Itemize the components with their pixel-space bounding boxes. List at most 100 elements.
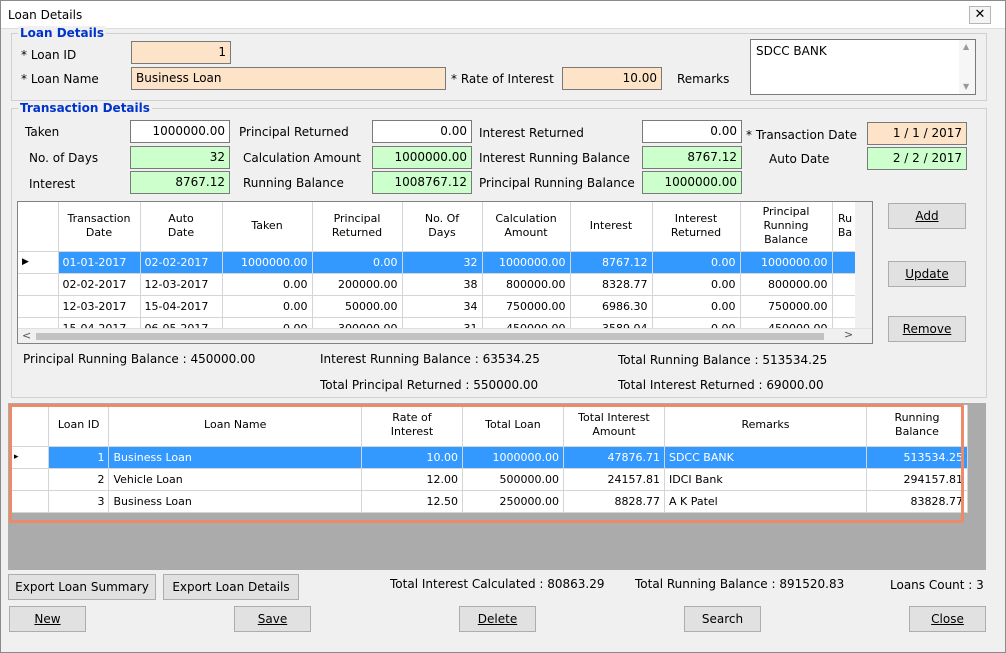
transaction-grid-cell[interactable]: 34 [402,295,483,318]
transaction-grid-cell[interactable]: 01-01-2017 [58,251,141,274]
transaction-grid-row[interactable]: ▶ 01-01-2017 02-02-2017 1000000.00 0.00 32 100… [18,251,859,274]
transaction-grid-cell[interactable]: 1000000.00 [222,251,313,274]
principal-returned-field[interactable]: 0.00 [372,120,472,143]
transaction-grid-row[interactable]: 12-03-2017 15-04-2017 0.00 50000.00 34 750000… [18,295,859,318]
transaction-grid-column-header[interactable]: Auto Date [140,202,223,252]
new-button-label: New [34,612,61,626]
update-button-label: Update [905,267,949,281]
close-button-label: Close [931,612,964,626]
remove-button-label: Remove [902,322,952,336]
add-button-label: Add [915,209,939,223]
transaction-grid-column-header[interactable]: Principal Running Balance [740,202,833,252]
transaction-grid-cell[interactable]: 200000.00 [312,273,403,296]
auto-date-picker[interactable]: 2 / 2 / 2017 [867,147,967,170]
transaction-grid-cell[interactable]: 800000.00 [740,273,833,296]
transaction-grid-cell[interactable]: 1000000.00 [740,251,833,274]
running-balance-field[interactable]: 1008767.12 [372,171,472,194]
transaction-grid-cell[interactable]: 12-03-2017 [58,295,141,318]
loan-id-field[interactable]: 1 [131,41,231,64]
title-bar: Loan Details ✕ [1,1,1005,29]
transaction-grid-column-header[interactable]: No. Of Days [402,202,483,252]
close-window-button[interactable]: ✕ [969,6,991,24]
transaction-grid-cell[interactable]: 800000.00 [482,273,571,296]
transaction-grid-cell[interactable]: 0.00 [652,273,741,296]
transaction-grid-cell[interactable]: 750000.00 [740,295,833,318]
window-title: Loan Details [8,8,83,22]
principal-running-balance-field[interactable]: 1000000.00 [642,171,742,194]
interest-running-balance-label: Interest Running Balance [479,151,630,165]
days-label: No. of Days [29,151,99,165]
principal-running-summary: Principal Running Balance : 450000.00 [23,352,256,366]
transaction-grid-vscroll[interactable] [855,202,872,328]
transaction-grid-cell[interactable]: 750000.00 [482,295,571,318]
export-loan-summary-button[interactable]: Export Loan Summary [8,574,156,600]
calculation-amount-field[interactable]: 1000000.00 [372,146,472,169]
export-loan-details-button[interactable]: Export Loan Details [163,574,299,600]
loan-name-field[interactable]: Business Loan [131,67,446,90]
new-button[interactable]: New [9,606,86,632]
remarks-textarea[interactable]: SDCC BANK ▲ ▼ [750,39,976,95]
interest-running-summary: Interest Running Balance : 63534.25 [320,352,540,366]
total-running-summary: Total Running Balance : 513534.25 [618,353,828,367]
principal-returned-label: Principal Returned [239,125,349,139]
total-running-balance: Total Running Balance : 891520.83 [635,577,845,591]
transaction-grid-cell[interactable]: 0.00 [312,251,403,274]
interest-returned-label: Interest Returned [479,126,584,140]
transaction-grid-row-header[interactable] [18,295,59,318]
transaction-grid-cell[interactable]: 8328.77 [570,273,653,296]
add-button[interactable]: Add [888,203,966,229]
remarks-text: SDCC BANK [756,44,827,58]
transaction-grid-cell[interactable]: 50000.00 [312,295,403,318]
transaction-date-label: * Transaction Date [746,128,857,142]
scroll-up-icon: ▲ [963,42,970,51]
transaction-grid-cell[interactable]: 0.00 [222,273,313,296]
transaction-grid-column-header[interactable]: Interest Returned [652,202,741,252]
transaction-grid-cell[interactable]: 1000000.00 [482,251,571,274]
days-field[interactable]: 32 [130,146,230,169]
transaction-grid-cell[interactable]: 38 [402,273,483,296]
transaction-grid-cell[interactable]: 0.00 [652,251,741,274]
transaction-grid-cell[interactable]: 02-02-2017 [140,251,223,274]
interest-label: Interest [29,177,76,191]
transaction-grid-cell[interactable]: 6986.30 [570,295,653,318]
hscroll-thumb[interactable] [36,333,824,340]
transaction-grid-column-header[interactable]: Principal Returned [312,202,403,252]
transaction-date-picker[interactable]: 1 / 1 / 2017 [867,122,967,145]
transaction-grid-column-header[interactable]: Calculation Amount [482,202,571,252]
loans-count: Loans Count : 3 [890,578,984,592]
close-button[interactable]: Close [909,606,986,632]
transaction-grid-cell[interactable]: 32 [402,251,483,274]
delete-button[interactable]: Delete [459,606,536,632]
loan-details-legend: Loan Details [18,26,107,40]
transaction-grid-row-header[interactable]: ▶ [18,251,59,274]
transaction-grid-hscroll[interactable]: < > [18,328,872,343]
transaction-grid[interactable]: Transaction Date Auto Date Taken Principal Ret… [17,201,873,344]
transaction-grid-cell[interactable]: 15-04-2017 [140,295,223,318]
taken-field[interactable]: 1000000.00 [130,120,230,143]
remarks-label: Remarks [677,72,730,86]
interest-running-balance-field[interactable]: 8767.12 [642,146,742,169]
rate-of-interest-field[interactable]: 10.00 [562,67,662,90]
transaction-grid-row[interactable]: 02-02-2017 12-03-2017 0.00 200000.00 38 80000… [18,273,859,296]
transaction-grid-row-header[interactable] [18,273,59,296]
scroll-down-icon: ▼ [963,82,970,91]
interest-field[interactable]: 8767.12 [130,171,230,194]
save-button[interactable]: Save [234,606,311,632]
update-button[interactable]: Update [888,261,966,287]
loan-grid-highlight [9,404,964,523]
remove-button[interactable]: Remove [888,316,966,342]
transaction-grid-cell[interactable]: 02-02-2017 [58,273,141,296]
transaction-grid-column-header[interactable]: Interest [570,202,653,252]
search-button[interactable]: Search [684,606,761,632]
interest-returned-field[interactable]: 0.00 [642,120,742,143]
principal-running-balance-label: Principal Running Balance [479,176,635,190]
delete-button-label: Delete [477,612,518,626]
transaction-grid-cell[interactable]: 0.00 [652,295,741,318]
transaction-grid-cell[interactable]: 8767.12 [570,251,653,274]
taken-label: Taken [25,125,60,139]
transaction-grid-column-header[interactable]: Taken [222,202,313,252]
remarks-scrollbar[interactable]: ▲ ▼ [959,40,975,94]
transaction-grid-column-header[interactable]: Transaction Date [58,202,141,252]
transaction-grid-cell[interactable]: 0.00 [222,295,313,318]
transaction-grid-cell[interactable]: 12-03-2017 [140,273,223,296]
